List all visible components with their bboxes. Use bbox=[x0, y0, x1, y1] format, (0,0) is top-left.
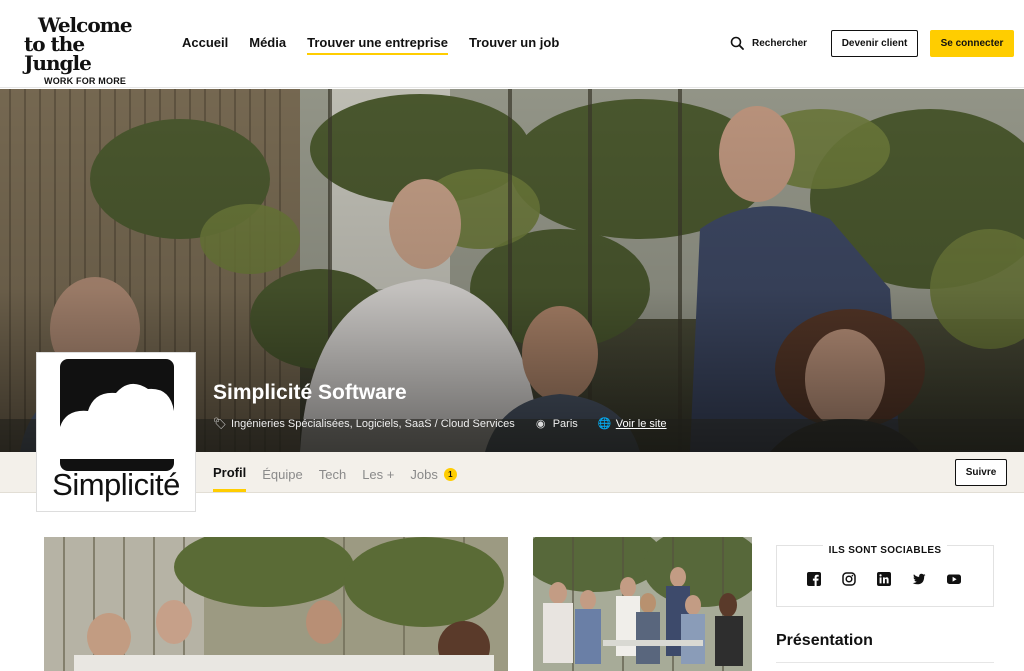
search-icon bbox=[730, 36, 744, 50]
tab-jobs-label: Jobs bbox=[410, 466, 438, 482]
website-link[interactable]: Voir le site bbox=[616, 418, 667, 430]
company-name: Simplicité Software bbox=[213, 381, 407, 404]
team-photo-small[interactable] bbox=[533, 537, 752, 671]
company-meta: 🏷 Ingénieries Spécialisées, Logiciels, S… bbox=[213, 417, 667, 431]
login-button[interactable]: Se connecter bbox=[930, 30, 1014, 57]
search-button[interactable]: Rechercher bbox=[730, 36, 807, 50]
facebook-icon[interactable] bbox=[807, 572, 821, 586]
company-tabs: Profil Équipe Tech Les + Jobs 1 bbox=[213, 465, 457, 492]
company-location: Paris bbox=[552, 417, 578, 430]
company-logo: Simplicité bbox=[36, 352, 196, 512]
tag-icon: 🏷 bbox=[213, 418, 227, 430]
cloud-logo-icon bbox=[60, 359, 174, 471]
company-sectors: Ingénieries Spécialisées, Logiciels, Saa… bbox=[231, 417, 515, 430]
social-networks-card: ILS SONT SOCIABLES bbox=[776, 545, 994, 607]
tab-tech[interactable]: Tech bbox=[319, 465, 346, 492]
wttj-logo[interactable]: Welcome to the Jungle WORK FOR MORE bbox=[24, 15, 144, 86]
social-title: ILS SONT SOCIABLES bbox=[822, 545, 948, 556]
youtube-icon[interactable] bbox=[947, 572, 961, 586]
tab-les-plus[interactable]: Les + bbox=[362, 465, 394, 492]
logo-tagline: WORK FOR MORE bbox=[44, 76, 127, 86]
team-photo-large[interactable] bbox=[44, 537, 508, 671]
main-nav: Accueil Média Trouver une entreprise Tro… bbox=[182, 35, 559, 55]
tab-profil[interactable]: Profil bbox=[213, 465, 247, 492]
search-label: Rechercher bbox=[752, 37, 808, 49]
nav-item-media[interactable]: Média bbox=[249, 35, 286, 55]
linkedin-icon[interactable] bbox=[877, 572, 891, 586]
globe-icon: 🌐 bbox=[597, 418, 612, 430]
nav-item-accueil[interactable]: Accueil bbox=[182, 35, 228, 55]
social-icons bbox=[807, 572, 961, 586]
tab-profil-label: Profil bbox=[213, 465, 247, 480]
instagram-icon[interactable] bbox=[842, 572, 856, 586]
nav-item-trouver-entreprise[interactable]: Trouver une entreprise bbox=[307, 35, 448, 55]
tab-equipe[interactable]: Équipe bbox=[262, 465, 302, 492]
site-header: Welcome to the Jungle WORK FOR MORE Accu… bbox=[0, 0, 1024, 88]
company-logo-text: Simplicité bbox=[52, 467, 180, 502]
logo-line-2: to the Jungle bbox=[24, 32, 92, 75]
jobs-count-badge: 1 bbox=[443, 467, 457, 481]
tab-les-plus-label: Les + bbox=[362, 466, 395, 482]
tab-equipe-label: Équipe bbox=[262, 466, 303, 482]
follow-button[interactable]: Suivre bbox=[955, 459, 1007, 486]
twitter-icon[interactable] bbox=[912, 572, 926, 586]
presentation-divider bbox=[776, 662, 994, 663]
nav-item-trouver-job[interactable]: Trouver un job bbox=[469, 35, 559, 55]
presentation-heading: Présentation bbox=[776, 632, 873, 649]
tab-tech-label: Tech bbox=[318, 466, 347, 482]
become-client-button[interactable]: Devenir client bbox=[831, 30, 918, 57]
location-pin-icon: ◉ bbox=[535, 418, 546, 430]
tab-jobs[interactable]: Jobs 1 bbox=[410, 465, 457, 492]
